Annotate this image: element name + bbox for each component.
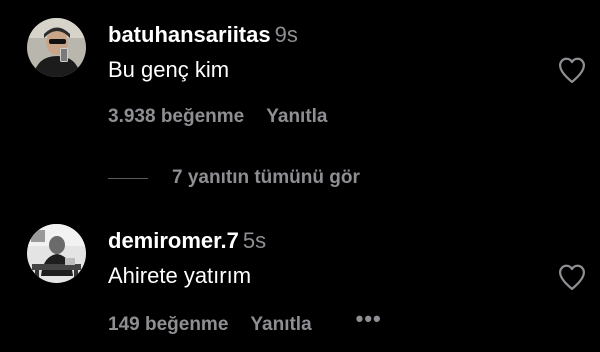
likes-count[interactable]: 3.938 beğenme	[108, 106, 244, 128]
avatar[interactable]	[27, 18, 86, 77]
comment-item: batuhansariitas 9s Bu genç kim 3.938 beğe…	[0, 0, 600, 140]
view-replies-label[interactable]: 7 yanıtın tümünü gör	[172, 166, 360, 190]
comment-item: demiromer.7 5s Ahirete yatırım 149 beğenm…	[0, 206, 600, 352]
comment-header: batuhansariitas 9s	[108, 22, 298, 48]
username[interactable]: demiromer.7	[108, 228, 239, 253]
heart-icon[interactable]	[557, 56, 587, 84]
avatar-photo	[27, 224, 86, 283]
timestamp: 5s	[242, 228, 267, 253]
more-options-icon[interactable]: •••	[356, 308, 382, 330]
comments-screen: { "comments": [ { "username": "batuhansa…	[0, 0, 600, 352]
reply-button[interactable]: Yanıtla	[250, 314, 311, 336]
timestamp: 9s	[274, 22, 298, 47]
comment-header: demiromer.7 5s	[108, 228, 266, 254]
username[interactable]: batuhansariitas	[108, 22, 271, 47]
avatar[interactable]	[27, 224, 86, 283]
comment-actions: 149 beğenme Yanıtla •••	[108, 308, 382, 336]
reply-button[interactable]: Yanıtla	[266, 106, 327, 128]
likes-count[interactable]: 149 beğenme	[108, 314, 228, 336]
comment-text: Ahirete yatırım	[108, 263, 252, 288]
comment-text: Bu genç kim	[108, 57, 230, 82]
heart-icon[interactable]	[557, 263, 587, 291]
avatar-photo	[27, 18, 86, 77]
replies-divider	[108, 178, 148, 179]
comment-actions: 3.938 beğenme Yanıtla	[108, 106, 328, 128]
